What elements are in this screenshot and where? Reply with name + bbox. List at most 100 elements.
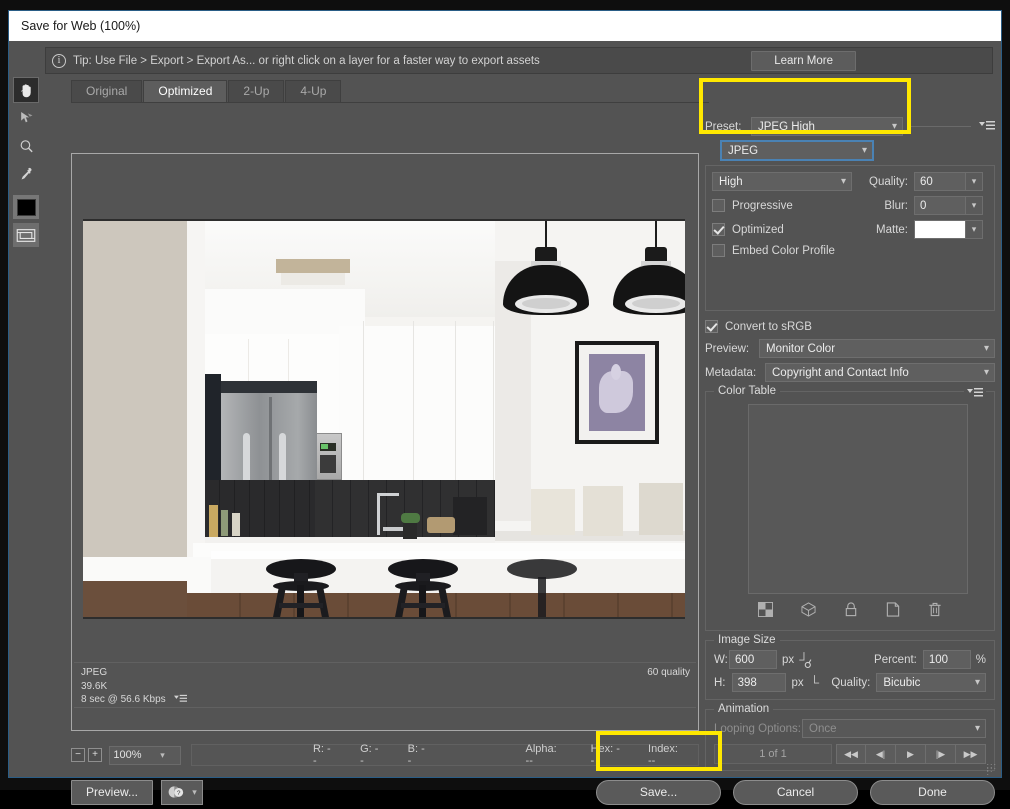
new-color-icon[interactable] [886,602,900,622]
chain-link-icon[interactable]: ☌ [804,657,812,671]
matte-label: Matte: [864,224,908,236]
convert-to-srgb-checkbox[interactable] [705,320,718,333]
matte-color-swatch[interactable] [914,220,966,239]
optimized-checkbox[interactable] [712,223,725,236]
percent-input[interactable]: 100 [923,650,971,669]
tip-bar: i Tip: Use File > Export > Export As... … [45,47,993,74]
embed-profile-checkbox-row[interactable]: Embed Color Profile [712,244,988,257]
foreground-color-swatch[interactable] [13,195,39,219]
resize-grip[interactable]: :::::: [986,765,997,774]
zoom-level-value: 100% [110,749,145,761]
blur-input[interactable]: 0 [914,196,966,215]
chevron-down-icon: ▾ [984,367,989,378]
new-page-icon [886,602,900,617]
play-button[interactable]: ▶ [896,744,926,764]
hand-tool[interactable] [13,77,39,103]
next-frame-button[interactable]: |▶ [926,744,956,764]
last-frame-button[interactable]: ▶▶ [956,744,986,764]
chevron-down-icon: ▾ [862,145,867,156]
delete-color-icon[interactable] [928,602,942,622]
preview-button[interactable]: Preview... [71,780,153,805]
quality-input[interactable]: 60 [914,172,966,191]
save-for-web-window: Save for Web (100%) i Tip: Use File > Ex… [8,10,1002,778]
percent-label: Percent: [872,654,917,666]
image-size-panel: Image Size W: 600 px ┘ Percent: 100 % H:… [705,640,995,700]
metadata-value: Copyright and Contact Info [772,367,909,379]
color-table-flyout-icon[interactable] [964,385,986,403]
readout-alpha: Alpha: -- [526,743,563,767]
save-button[interactable]: Save... [596,780,721,805]
previous-frame-button[interactable]: ◀| [866,744,896,764]
height-input[interactable]: 398 [732,673,787,692]
snap-to-web-palette-icon[interactable] [758,602,773,622]
readout-hex: Hex: -- [591,743,620,767]
progressive-label: Progressive [732,200,793,212]
zoom-tool[interactable] [13,133,39,159]
file-format-select[interactable]: JPEG ▾ [721,141,873,160]
matte-dropdown[interactable]: ▾ [966,220,983,239]
desktop-background: Save for Web (100%) i Tip: Use File > Ex… [0,0,1010,790]
progressive-checkbox[interactable] [712,199,725,212]
slice-select-icon [18,110,35,126]
embed-color-profile-label: Embed Color Profile [732,245,835,257]
quality-stepper[interactable]: ▾ [966,172,983,191]
compression-quality-value: High [719,176,743,188]
first-frame-button[interactable]: ◀◀ [836,744,866,764]
browser-preview-button[interactable]: ? ▾ [161,780,203,805]
format-options-box: High ▾ Quality: 60 ▾ Progressive Blur: [705,165,995,311]
preview-color-value: Monitor Color [766,343,835,355]
compression-quality-select[interactable]: High ▾ [712,172,852,191]
chevron-down-icon: ▾ [984,343,989,354]
optimization-info-strip: 60 quality JPEG 39.6K 8 sec @ 56.6 Kbps [74,662,696,708]
learn-more-button[interactable]: Learn More [751,51,856,71]
tab-optimized[interactable]: Optimized [143,80,227,102]
chevron-down-icon: ▾ [892,121,897,132]
resample-quality-label: Quality: [827,677,870,689]
height-unit: px [791,677,803,689]
zoom-out-button[interactable]: − [71,748,85,762]
optimized-checkbox-row[interactable]: Optimized [712,223,864,236]
chevron-down-icon: ▾ [192,787,197,798]
progressive-checkbox-row[interactable]: Progressive [712,199,864,212]
slices-visibility-icon [16,228,36,243]
tab-4up[interactable]: 4-Up [285,80,341,102]
embed-color-profile-checkbox[interactable] [712,244,725,257]
color-table-swatches[interactable] [748,404,968,594]
preview-download-time: 8 sec @ 56.6 Kbps [81,694,166,705]
cancel-button[interactable]: Cancel [733,780,858,805]
settings-panel: Preset: JPEG High ▾ [705,117,995,737]
window-titlebar: Save for Web (100%) [9,11,1001,41]
svg-text:?: ? [177,790,181,797]
image-size-legend: Image Size [714,634,780,646]
toolbox [13,77,41,247]
convert-srgb-row[interactable]: Convert to sRGB [705,320,995,333]
zoom-in-button[interactable]: + [88,748,102,762]
progressive-row: Progressive Blur: 0 ▾ [712,196,988,215]
zoom-level-select[interactable]: 100% ▾ [109,746,181,765]
web-shift-icon[interactable] [801,602,816,622]
animation-legend: Animation [714,703,773,715]
resample-quality-select[interactable]: Bicubic ▾ [876,673,986,692]
image-preview[interactable] [83,219,685,619]
eyedropper-tool[interactable] [13,161,39,187]
padlock-icon [844,602,858,617]
optimize-panel-flyout-icon[interactable] [979,118,995,136]
readout-g: G: -- [360,743,380,767]
preview-color-select[interactable]: Monitor Color ▾ [759,339,995,358]
done-button[interactable]: Done [870,780,995,805]
tab-2up[interactable]: 2-Up [228,80,284,102]
height-label: H: [714,677,732,689]
preset-value: JPEG High [758,121,815,133]
toggle-slices-visibility-button[interactable] [13,223,39,247]
tab-original[interactable]: Original [71,80,142,102]
magnifier-icon [18,138,35,155]
preset-select[interactable]: JPEG High ▾ [751,117,903,136]
download-rate-flyout-icon[interactable] [174,694,187,708]
optimized-preview-pane[interactable]: 60 quality JPEG 39.6K 8 sec @ 56.6 Kbps [71,153,699,731]
lock-color-icon[interactable] [844,602,858,622]
slice-select-tool[interactable] [13,105,39,131]
blur-stepper[interactable]: ▾ [966,196,983,215]
metadata-select[interactable]: Copyright and Contact Info ▾ [765,363,995,382]
width-input[interactable]: 600 [729,650,777,669]
tip-text: Tip: Use File > Export > Export As... or… [73,55,540,67]
